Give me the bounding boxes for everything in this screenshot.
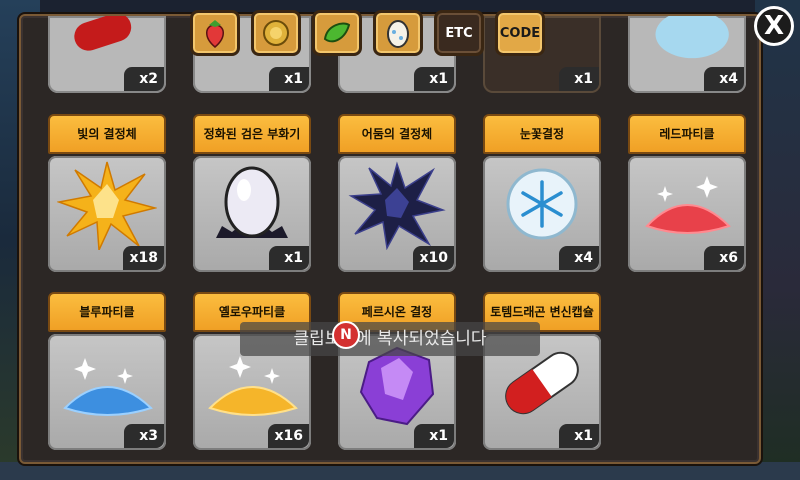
item-card[interactable]: 어둠의 결정체 x10 xyxy=(338,114,456,272)
item-card[interactable]: 눈꽃결정 x4 xyxy=(483,114,601,272)
background-bottom xyxy=(0,462,800,480)
tab-code[interactable]: CODE xyxy=(495,10,545,56)
item-quantity: x1 xyxy=(269,246,309,270)
item-quantity: x4 xyxy=(559,246,599,270)
item-slot: x1 xyxy=(193,156,311,272)
gold-crystal-icon xyxy=(57,161,157,250)
red-particle-icon xyxy=(645,176,731,234)
white-egg-incubator-icon xyxy=(216,166,288,238)
leaf-icon xyxy=(323,22,351,43)
item-quantity: x3 xyxy=(124,424,164,448)
item-name: 레드파티클 xyxy=(628,114,746,154)
tab-coin[interactable] xyxy=(251,10,301,56)
coin-icon xyxy=(263,20,289,46)
item-quantity: x2 xyxy=(124,67,164,91)
category-tabs: ETC CODE xyxy=(190,10,545,56)
dark-crystal-icon xyxy=(348,161,446,250)
close-button[interactable]: X xyxy=(754,6,794,46)
item-card[interactable]: 토템드래곤 변신캡슐 x1 xyxy=(483,292,601,450)
item-quantity: x18 xyxy=(123,246,164,270)
clipboard-toast: 클립보드에 복사되었습니다 xyxy=(240,322,540,356)
tab-leaf[interactable] xyxy=(312,10,362,56)
item-quantity: x1 xyxy=(559,67,599,91)
item-quantity: x1 xyxy=(414,67,454,91)
item-card[interactable]: 옐로우파티클 x16 xyxy=(193,292,311,450)
background-right xyxy=(755,0,800,480)
item-slot: x6 xyxy=(628,156,746,272)
tab-fruit[interactable] xyxy=(190,10,240,56)
item-quantity: x1 xyxy=(269,67,309,91)
item-quantity: x10 xyxy=(413,246,454,270)
red-capsule-icon xyxy=(74,16,132,51)
top-row-item[interactable]: x2 xyxy=(48,16,166,93)
strawberry-icon xyxy=(206,20,224,48)
tab-etc[interactable]: ETC xyxy=(434,10,484,56)
item-quantity: x1 xyxy=(414,424,454,448)
item-card[interactable]: 블루파티클 x3 xyxy=(48,292,166,450)
bubble-icon xyxy=(655,16,729,59)
tab-egg[interactable] xyxy=(373,10,423,56)
naver-logo-icon: N xyxy=(332,321,360,349)
item-card[interactable]: 페르시온 결정 x1 xyxy=(338,292,456,450)
blue-particle-icon xyxy=(63,358,153,416)
inventory-panel: x2 x1 x1 x1 x4 빛의 결정체 x18 정화된 검은 부화기 x1 … xyxy=(19,14,761,464)
egg-icon xyxy=(387,20,409,48)
item-card[interactable]: 정화된 검은 부화기 x1 xyxy=(193,114,311,272)
item-name: 정화된 검은 부화기 xyxy=(193,114,311,154)
item-card[interactable]: 빛의 결정체 x18 xyxy=(48,114,166,272)
item-slot: x10 xyxy=(338,156,456,272)
item-quantity: x1 xyxy=(559,424,599,448)
top-row-item[interactable]: x4 xyxy=(628,16,746,93)
item-name: 눈꽃결정 xyxy=(483,114,601,154)
item-name: 어둠의 결정체 xyxy=(338,114,456,154)
item-card[interactable]: 레드파티클 x6 xyxy=(628,114,746,272)
snowflake-orb-icon xyxy=(506,168,578,240)
item-name: 빛의 결정체 xyxy=(48,114,166,154)
item-quantity: x4 xyxy=(704,67,744,91)
item-slot: x3 xyxy=(48,334,166,450)
item-slot: x18 xyxy=(48,156,166,272)
item-slot: x4 xyxy=(483,156,601,272)
item-quantity: x16 xyxy=(268,424,309,448)
item-name: 블루파티클 xyxy=(48,292,166,332)
item-quantity: x6 xyxy=(704,246,744,270)
